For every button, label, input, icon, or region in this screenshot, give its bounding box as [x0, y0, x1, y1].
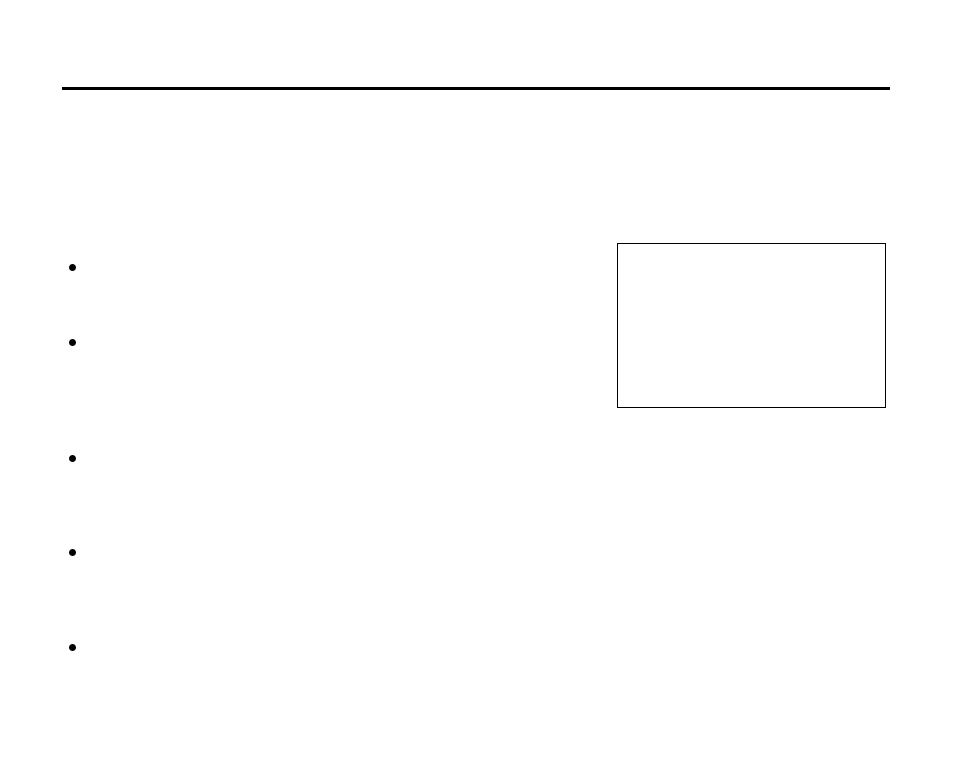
- horizontal-rule: [62, 87, 890, 90]
- sidebar-box: [617, 243, 886, 408]
- bullet-1-icon: [69, 264, 76, 271]
- bullet-5-icon: [69, 644, 76, 651]
- bullet-2-icon: [69, 339, 76, 346]
- bullet-3-icon: [69, 455, 76, 462]
- bullet-4-icon: [69, 549, 76, 556]
- document-page: [0, 0, 954, 781]
